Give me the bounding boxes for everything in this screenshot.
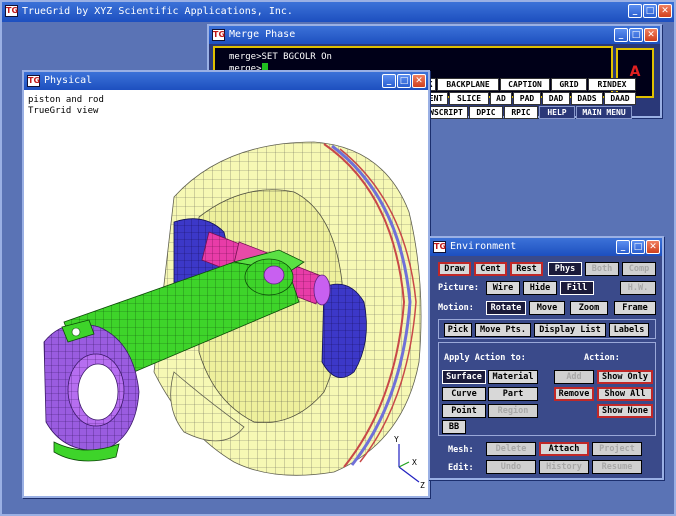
app-logo-icon: TG <box>5 5 19 17</box>
rest-button[interactable]: Rest <box>510 262 543 276</box>
motion-zoom-button[interactable]: Zoom <box>570 301 608 315</box>
physical-viewport[interactable]: Y X Z <box>24 72 428 496</box>
axis-z-label: Z <box>420 481 425 490</box>
physical-close-button[interactable]: ✕ <box>412 74 426 88</box>
app-title: TrueGrid by XYZ Scientific Applications,… <box>22 6 293 17</box>
target-curve-button[interactable]: Curve <box>442 387 486 401</box>
merge-button-slice[interactable]: SLICE <box>449 92 489 105</box>
phys-button[interactable]: Phys <box>548 262 582 276</box>
picture-hide-button[interactable]: Hide <box>523 281 557 295</box>
app-minimize-button[interactable]: _ <box>628 4 642 18</box>
draw-button[interactable]: Draw <box>438 262 471 276</box>
merge-button-row-1: K BACKPLANE CAPTION GRID RINDEX <box>424 78 637 91</box>
action-label: Action: <box>584 353 620 363</box>
apply-action-label: Apply Action to: <box>444 353 526 363</box>
edit-undo-button[interactable]: Undo <box>486 460 536 474</box>
merge-maximize-button[interactable]: □ <box>629 28 643 42</box>
merge-button-grid[interactable]: GRID <box>551 78 587 91</box>
environment-title: Environment <box>450 241 517 252</box>
merge-button-pad[interactable]: PAD <box>513 92 541 105</box>
motion-rotate-button[interactable]: Rotate <box>486 301 526 315</box>
action-show-all-button[interactable]: Show All <box>597 387 653 401</box>
physical-title: Physical <box>44 75 93 86</box>
tab-labels[interactable]: Labels <box>609 323 649 337</box>
edit-resume-button[interactable]: Resume <box>592 460 642 474</box>
both-button[interactable]: Both <box>585 262 619 276</box>
merge-button-row-2: ENT SLICE AD PAD DAD DADS DAAD <box>424 92 637 105</box>
environment-logo-icon: TG <box>433 241 447 253</box>
axis-y-label: Y <box>394 435 399 444</box>
picture-label: Picture: <box>438 283 479 293</box>
environment-maximize-button[interactable]: □ <box>631 240 645 254</box>
environment-titlebar[interactable]: TG Environment _ □ ✕ <box>430 238 662 256</box>
merge-button-dpic[interactable]: DPIC <box>469 106 503 119</box>
action-add-button[interactable]: Add <box>554 370 594 384</box>
merge-button-row-3: WSCRIPT DPIC RPIC HELP MAIN MENU <box>424 106 633 119</box>
mesh-attach-button[interactable]: Attach <box>539 442 589 456</box>
app-titlebar[interactable]: TG TrueGrid by XYZ Scientific Applicatio… <box>2 2 674 22</box>
axis-x-label: X <box>412 458 417 467</box>
mesh-label: Mesh: <box>448 445 474 455</box>
action-show-only-button[interactable]: Show Only <box>597 370 653 384</box>
physical-titlebar[interactable]: TG Physical _ □ ✕ <box>24 72 428 90</box>
mesh-project-button[interactable]: Project <box>592 442 642 456</box>
merge-button-rindex[interactable]: RINDEX <box>588 78 636 91</box>
target-surface-button[interactable]: Surface <box>442 370 486 384</box>
picture-wire-button[interactable]: Wire <box>486 281 520 295</box>
tab-move-pts[interactable]: Move Pts. <box>475 323 531 337</box>
motion-label: Motion: <box>438 303 474 313</box>
target-material-button[interactable]: Material <box>488 370 538 384</box>
motion-frame-button[interactable]: Frame <box>614 301 656 315</box>
merge-title: Merge Phase <box>229 29 296 40</box>
picture-fill-button[interactable]: Fill <box>560 281 594 295</box>
motion-move-button[interactable]: Move <box>529 301 565 315</box>
environment-minimize-button[interactable]: _ <box>616 240 630 254</box>
merge-button-wscript[interactable]: WSCRIPT <box>424 106 468 119</box>
picture-hw-button[interactable]: H.W. <box>620 281 656 295</box>
cent-button[interactable]: Cent <box>474 262 507 276</box>
physical-logo-icon: TG <box>27 75 41 87</box>
physical-minimize-button[interactable]: _ <box>382 74 396 88</box>
merge-close-button[interactable]: ✕ <box>644 28 658 42</box>
target-part-button[interactable]: Part <box>488 387 538 401</box>
tab-display-list[interactable]: Display List <box>534 323 606 337</box>
merge-button-dad[interactable]: DAD <box>542 92 570 105</box>
physical-window: Y X Z TG Physical _ □ ✕ piston and rod T… <box>22 70 430 498</box>
app-close-button[interactable]: ✕ <box>658 4 672 18</box>
axis-triad: Y X Z <box>394 435 425 490</box>
tab-pick[interactable]: Pick <box>444 323 472 337</box>
merge-button-help[interactable]: HELP <box>539 106 575 119</box>
merge-titlebar[interactable]: TG Merge Phase _ □ ✕ <box>209 26 660 44</box>
merge-button-daad[interactable]: DAAD <box>604 92 636 105</box>
merge-logo-icon: TG <box>212 29 226 41</box>
comp-button[interactable]: Comp <box>622 262 656 276</box>
physical-note-line: piston and rod <box>28 95 104 105</box>
environment-window: TG Environment _ □ ✕ Draw Cent Rest Phys… <box>428 236 664 480</box>
merge-button-dads[interactable]: DADS <box>571 92 603 105</box>
target-point-button[interactable]: Point <box>442 404 486 418</box>
merge-button-main-menu[interactable]: MAIN MENU <box>576 106 632 119</box>
merge-button-caption[interactable]: CAPTION <box>500 78 550 91</box>
console-line: merge>SET BGCOLR On <box>229 52 332 62</box>
action-show-none-button[interactable]: Show None <box>597 404 653 418</box>
merge-minimize-button[interactable]: _ <box>614 28 628 42</box>
physical-maximize-button[interactable]: □ <box>397 74 411 88</box>
edit-history-button[interactable]: History <box>539 460 589 474</box>
physical-notes: piston and rod TrueGrid view <box>28 95 104 117</box>
merge-button-rpic[interactable]: RPIC <box>504 106 538 119</box>
action-remove-button[interactable]: Remove <box>554 387 594 401</box>
physical-note-line: TrueGrid view <box>28 106 99 116</box>
merge-button-ad[interactable]: AD <box>490 92 512 105</box>
edit-label: Edit: <box>448 463 474 473</box>
mesh-delete-button[interactable]: Delete <box>486 442 536 456</box>
merge-button-backplane[interactable]: BACKPLANE <box>437 78 499 91</box>
environment-close-button[interactable]: ✕ <box>646 240 660 254</box>
app-maximize-button[interactable]: □ <box>643 4 657 18</box>
target-region-button[interactable]: Region <box>488 404 538 418</box>
target-bb-button[interactable]: BB <box>442 420 466 434</box>
